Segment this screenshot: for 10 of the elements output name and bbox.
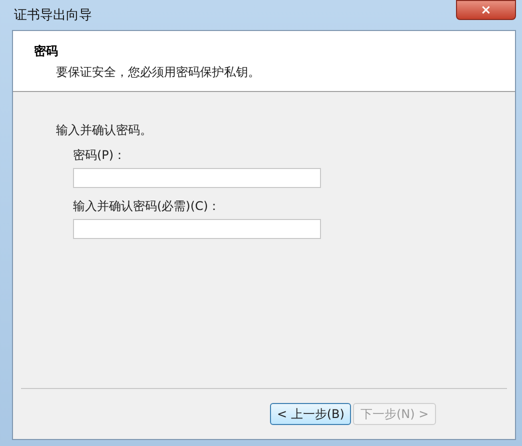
field-label: 密码(P)： [73, 147, 127, 164]
field-label: 输入并确认密码(必需)(C)： [73, 198, 222, 215]
window-title: 证书导出向导 [13, 7, 93, 24]
page-subtitle: 要保证安全，您必须用密码保护私钥。 [55, 64, 261, 81]
close-button[interactable]: × [456, 0, 516, 20]
instruction-text: 输入并确认密码。 [56, 122, 153, 139]
page-title: 密码 [34, 43, 59, 60]
back-button[interactable]: < 上一步(B) [270, 403, 352, 425]
password-field[interactable] [73, 168, 321, 188]
password-field[interactable] [73, 219, 321, 239]
